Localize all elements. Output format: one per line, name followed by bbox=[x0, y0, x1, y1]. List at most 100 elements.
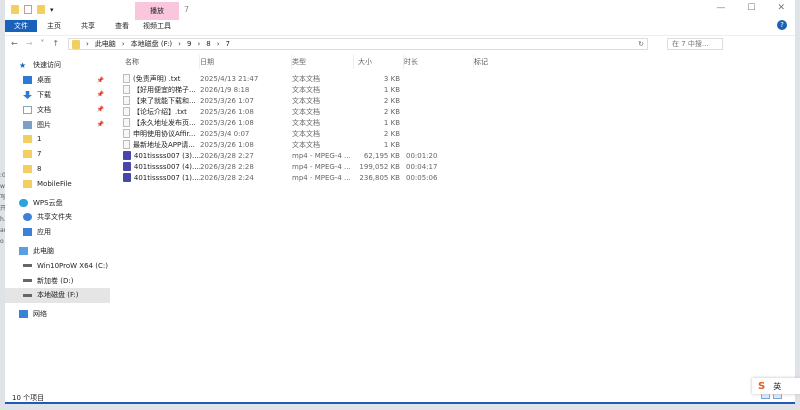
file-row[interactable]: 申明使用协议Affir... 2025/3/4 0:07 文本文档 2 KB bbox=[115, 128, 515, 139]
sidebar-item[interactable]: Win10ProW X64 (C:) bbox=[5, 258, 110, 273]
column-date[interactable]: 日期 bbox=[200, 55, 292, 69]
breadcrumb-item[interactable]: 7 bbox=[226, 40, 230, 48]
file-row[interactable]: 【论坛介绍】.txt 2025/3/26 1:08 文本文档 2 KB bbox=[115, 106, 515, 117]
file-row[interactable]: 【好用便宜的梯子... 2026/1/9 8:18 文本文档 1 KB bbox=[115, 84, 515, 95]
column-size[interactable]: 大小 bbox=[354, 55, 404, 69]
sidebar-item[interactable]: 本地磁盘 (F:) bbox=[5, 287, 110, 303]
close-button[interactable]: ✕ bbox=[777, 3, 785, 13]
video-file-icon bbox=[123, 162, 131, 171]
forward-icon[interactable]: → bbox=[26, 39, 33, 48]
column-duration[interactable]: 时长 bbox=[404, 55, 474, 69]
sidebar-item-label: 图片 bbox=[37, 120, 51, 129]
sidebar-item[interactable]: 共享文件夹 bbox=[5, 210, 110, 225]
file-type: 文本文档 bbox=[292, 140, 320, 149]
sidebar-item[interactable]: 1 bbox=[5, 132, 110, 147]
new-folder-icon[interactable] bbox=[37, 5, 45, 14]
folder-icon[interactable] bbox=[11, 5, 19, 14]
address-path[interactable]: › 此电脑 › 本地磁盘 (F:) › 9 › 8 › 7 ↻ bbox=[68, 38, 648, 50]
back-icon[interactable]: ← bbox=[11, 39, 18, 48]
text-file-icon bbox=[123, 96, 130, 105]
tab-file[interactable]: 文件 bbox=[5, 20, 37, 32]
text-file-icon bbox=[123, 129, 130, 138]
breadcrumb-item[interactable]: 8 bbox=[206, 40, 210, 48]
ime-indicator[interactable]: S英 bbox=[752, 378, 800, 394]
sidebar-item[interactable]: 图片 📌 bbox=[5, 117, 110, 132]
navigation-pane: ★ 快速访问 桌面 📌 下载 📌 文档 📌 图片 📌 1 7 8 MobileFile WPS云盘 共享文件夹… bbox=[5, 58, 110, 358]
file-date: 2025/3/26 1:08 bbox=[200, 107, 254, 116]
properties-icon[interactable] bbox=[24, 5, 32, 14]
minimize-button[interactable]: — bbox=[716, 3, 725, 13]
file-name: 【好用便宜的梯子... bbox=[133, 85, 196, 94]
file-size: 1 KB bbox=[383, 85, 400, 94]
sidebar-item[interactable]: 下载 📌 bbox=[5, 88, 110, 103]
up-icon[interactable]: ↑ bbox=[52, 39, 59, 48]
file-size: 3 KB bbox=[383, 74, 400, 83]
sidebar-item[interactable]: WPS云盘 bbox=[5, 195, 110, 210]
sidebar-item[interactable]: MobileFile bbox=[5, 176, 110, 191]
ime-mode[interactable]: 英 bbox=[773, 381, 781, 392]
sidebar-item[interactable]: 此电脑 bbox=[5, 244, 110, 259]
file-name: 申明使用协议Affir... bbox=[133, 129, 196, 138]
file-type: 文本文档 bbox=[292, 85, 320, 94]
pin-icon[interactable]: 📌 bbox=[97, 91, 104, 98]
file-name: 【论坛介绍】.txt bbox=[133, 107, 187, 116]
file-duration: 00:01:20 bbox=[406, 151, 438, 160]
tab-share[interactable]: 共享 bbox=[71, 20, 105, 32]
sidebar-item[interactable]: 网络 bbox=[5, 307, 110, 322]
search-input[interactable]: 在 7 中搜... bbox=[667, 38, 723, 50]
address-bar-row: ← → ˅ ↑ › 此电脑 › 本地磁盘 (F:) › 9 › 8 › 7 ↻ … bbox=[5, 35, 795, 51]
file-date: 2026/3/28 2:28 bbox=[200, 162, 254, 171]
file-type: 文本文档 bbox=[292, 129, 320, 138]
pin-icon[interactable]: 📌 bbox=[97, 121, 104, 128]
file-name-cell: 【好用便宜的梯子... bbox=[115, 85, 200, 95]
sidebar-item[interactable]: 7 bbox=[5, 147, 110, 162]
file-date: 2025/3/26 1:08 bbox=[200, 118, 254, 127]
recent-dropdown-icon[interactable]: ˅ bbox=[40, 39, 44, 48]
refresh-icon[interactable]: ↻ bbox=[638, 40, 647, 48]
file-row[interactable]: (免责声明) .txt 2025/4/13 21:47 文本文档 3 KB bbox=[115, 73, 515, 84]
file-row[interactable]: 最新地址及APP请... 2025/3/26 1:08 文本文档 1 KB bbox=[115, 139, 515, 150]
file-row[interactable]: 【来了就能下载和... 2025/3/26 1:07 文本文档 2 KB bbox=[115, 95, 515, 106]
tab-video-tools[interactable]: 视频工具 bbox=[135, 20, 179, 32]
file-duration: 00:04:17 bbox=[406, 162, 438, 171]
tab-view[interactable]: 查看 bbox=[105, 20, 139, 32]
file-row[interactable]: 【永久地址发布页... 2025/3/26 1:08 文本文档 1 KB bbox=[115, 117, 515, 128]
file-name: 401tissss007 (3).... bbox=[133, 151, 200, 160]
file-name-cell: 最新地址及APP请... bbox=[115, 140, 200, 150]
sidebar-item[interactable]: ★ 快速访问 bbox=[5, 58, 110, 73]
breadcrumb-item[interactable]: 此电脑 bbox=[95, 39, 116, 49]
file-type: mp4 - MPEG-4 ... bbox=[292, 162, 351, 171]
sidebar-item[interactable]: 桌面 📌 bbox=[5, 73, 110, 88]
chevron-icon: › bbox=[121, 40, 125, 48]
text-file-icon bbox=[123, 107, 130, 116]
column-type[interactable]: 类型 bbox=[292, 55, 354, 69]
file-type: 文本文档 bbox=[292, 96, 320, 105]
sidebar-item[interactable]: 8 bbox=[5, 162, 110, 177]
file-date: 2025/4/13 21:47 bbox=[200, 74, 259, 83]
breadcrumb-item[interactable]: 9 bbox=[187, 40, 191, 48]
file-name-cell: 401tissss007 (4).... bbox=[115, 162, 200, 171]
file-name-cell: 申明使用协议Affir... bbox=[115, 129, 200, 139]
help-icon[interactable]: ? bbox=[777, 20, 787, 30]
sidebar-item-label: 快速访问 bbox=[33, 61, 61, 70]
pin-icon[interactable]: 📌 bbox=[97, 77, 104, 84]
sidebar-item[interactable]: 应用 bbox=[5, 225, 110, 240]
dropdown-icon[interactable]: ▾ bbox=[50, 6, 54, 14]
column-name[interactable]: 名称 bbox=[115, 55, 200, 69]
file-size: 236,805 KB bbox=[359, 173, 400, 182]
desktop-icon bbox=[23, 76, 32, 85]
tab-home[interactable]: 主页 bbox=[37, 20, 71, 32]
column-tags[interactable]: 标记 bbox=[474, 55, 488, 69]
sidebar-item-label: 8 bbox=[37, 164, 42, 173]
maximize-button[interactable]: ☐ bbox=[747, 3, 755, 13]
sidebar-item[interactable]: 新加卷 (D:) bbox=[5, 273, 110, 288]
breadcrumb-item[interactable]: 本地磁盘 (F:) bbox=[131, 39, 173, 49]
video-file-icon bbox=[123, 173, 131, 182]
file-row[interactable]: 401tissss007 (4).... 2026/3/28 2:28 mp4 … bbox=[115, 161, 515, 172]
file-row[interactable]: 401tissss007 (3).... 2026/3/28 2:27 mp4 … bbox=[115, 150, 515, 161]
file-duration: 00:05:06 bbox=[406, 173, 438, 182]
file-row[interactable]: 401tissss007 (1).... 2026/3/28 2:24 mp4 … bbox=[115, 172, 515, 183]
pin-icon[interactable]: 📌 bbox=[97, 106, 104, 113]
sidebar-item[interactable]: 文档 📌 bbox=[5, 102, 110, 117]
sogou-logo-icon: S bbox=[758, 380, 766, 392]
